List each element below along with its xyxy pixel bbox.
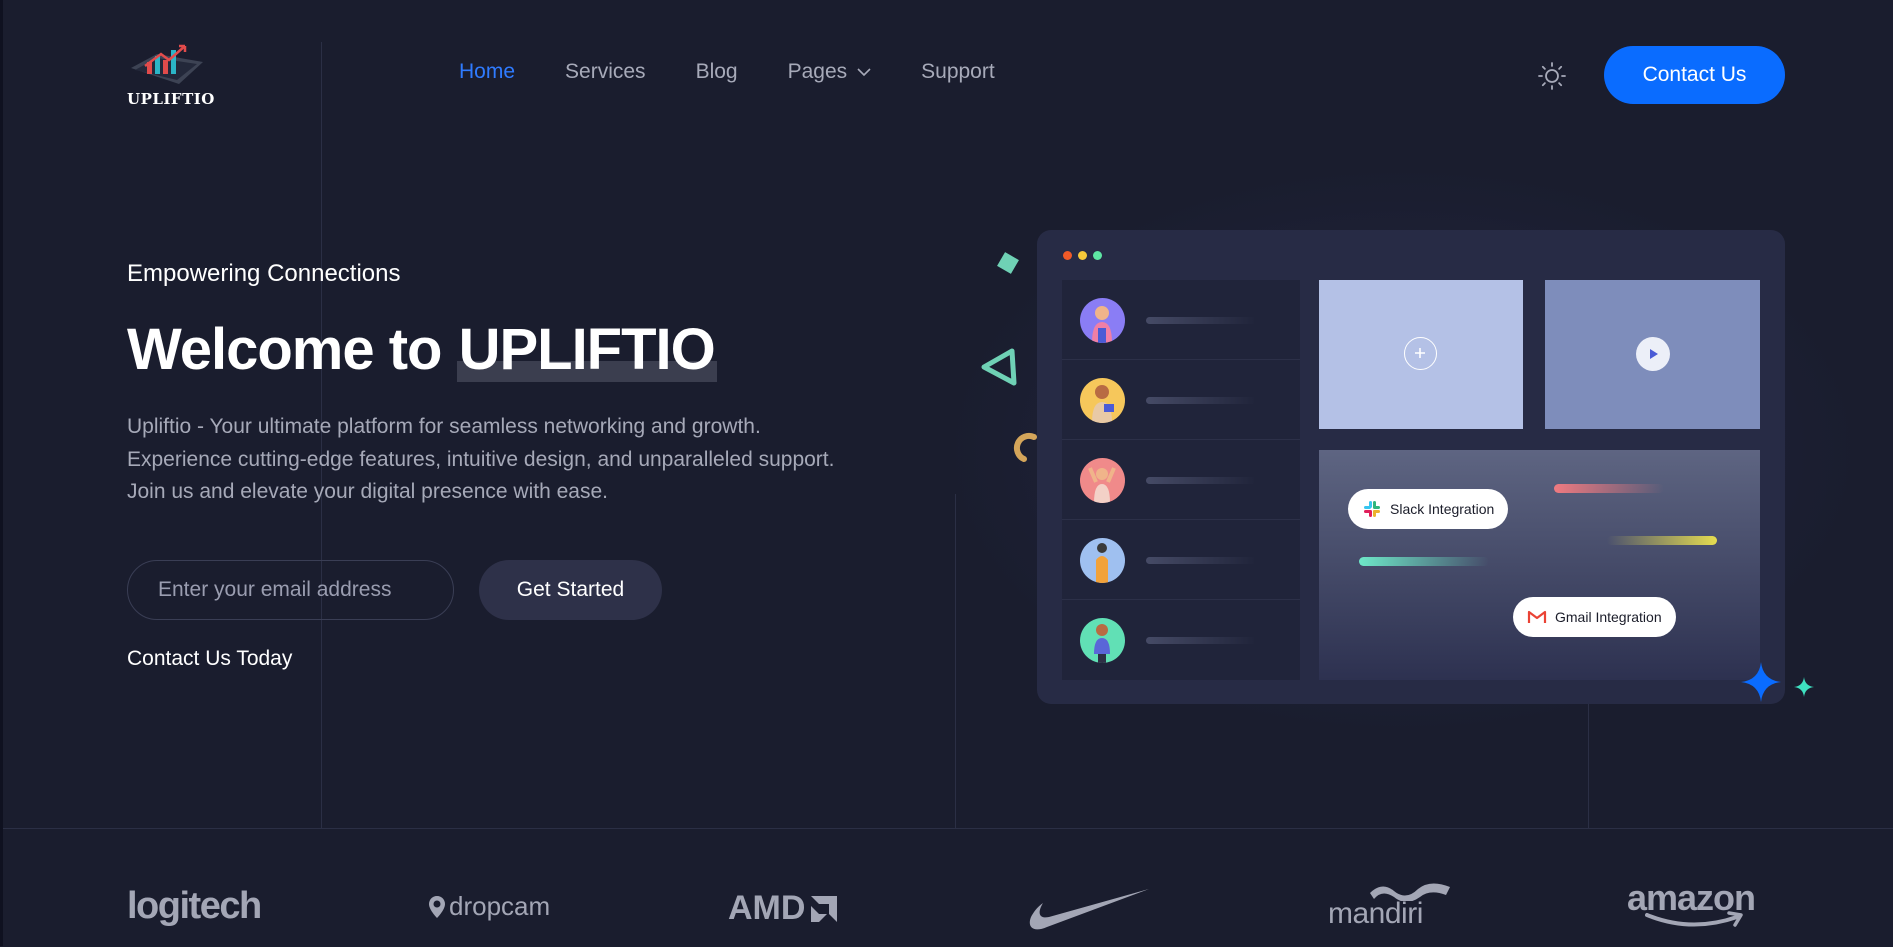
window-dot-maximize	[1093, 251, 1102, 260]
brand-logos: logitech dropcam AMD mandiri amazon	[3, 828, 1893, 947]
list-item	[1062, 600, 1300, 679]
hero-description-line: Join us and elevate your digital presenc…	[127, 480, 608, 503]
list-item	[1062, 440, 1300, 520]
decorative-line	[1554, 484, 1664, 493]
list-item	[1062, 360, 1300, 440]
sparkle-icon	[1741, 662, 1814, 702]
logo-mark-icon	[131, 44, 203, 84]
add-tile	[1319, 280, 1523, 429]
nike-logo-icon	[1029, 889, 1149, 930]
decorative-shapes	[981, 252, 1037, 462]
nav-pages-label: Pages	[787, 60, 848, 83]
avatar	[1080, 298, 1125, 343]
hero-title-prefix: Welcome to	[127, 317, 457, 382]
get-started-button[interactable]: Get Started	[479, 560, 662, 620]
window-controls	[1063, 251, 1102, 260]
brand-logo-mandiri-label: mandiri	[1328, 897, 1423, 930]
play-icon	[1636, 337, 1670, 371]
chevron-down-icon	[857, 67, 871, 76]
contact-list	[1062, 280, 1300, 680]
video-tile	[1545, 280, 1760, 429]
amd-arrow-icon	[811, 895, 838, 922]
hero-description-line: Experience cutting-edge features, intuit…	[127, 447, 835, 471]
placeholder-bar	[1146, 477, 1256, 484]
placeholder-bar	[1146, 637, 1256, 644]
slack-icon	[1364, 501, 1380, 517]
list-item	[1062, 280, 1300, 360]
brand-logo-logitech: logitech	[127, 885, 262, 927]
sun-icon[interactable]	[1537, 61, 1567, 91]
brand-logo-amd-label: AMD	[728, 889, 806, 927]
contact-us-today-link[interactable]: Contact Us Today	[127, 647, 292, 671]
hero-title-brand: UPLIFTIO	[456, 317, 717, 382]
brand-logo-dropcam-label: dropcam	[449, 891, 551, 921]
contact-us-button[interactable]: Contact Us	[1604, 46, 1785, 104]
nav-services[interactable]: Services	[565, 60, 646, 84]
brand-logo-dropcam: dropcam	[428, 891, 550, 922]
plus-icon	[1404, 337, 1437, 370]
avatar	[1080, 458, 1125, 503]
gmail-integration-label: Gmail Integration	[1555, 609, 1662, 625]
hero-eyebrow: Empowering Connections	[127, 260, 401, 287]
main-nav: Home Services Blog Pages Support	[459, 60, 995, 84]
app-mockup: Slack Integration Gmail Integration	[1037, 230, 1785, 704]
decorative-line	[1607, 536, 1717, 545]
slack-integration-label: Slack Integration	[1390, 501, 1495, 517]
placeholder-bar	[1146, 557, 1256, 564]
avatar	[1080, 538, 1125, 583]
nav-pages[interactable]: Pages	[788, 60, 872, 84]
email-input[interactable]	[127, 560, 454, 620]
gmail-integration-badge: Gmail Integration	[1513, 597, 1676, 637]
slack-integration-badge: Slack Integration	[1348, 489, 1509, 529]
nav-blog[interactable]: Blog	[696, 60, 738, 84]
integrations-panel: Slack Integration Gmail Integration	[1319, 450, 1760, 680]
placeholder-bar	[1146, 317, 1256, 324]
brand-logo-amd: AMD	[728, 889, 839, 928]
placeholder-bar	[1146, 397, 1256, 404]
brand-logo-amazon: amazon	[1627, 877, 1757, 933]
hero-title: Welcome to UPLIFTIO	[127, 316, 717, 383]
window-dot-minimize	[1078, 251, 1087, 260]
site-header: UPLIFTIO Home Services Blog Pages Suppor…	[3, 0, 1893, 150]
decorative-line	[1359, 557, 1489, 566]
gmail-icon	[1527, 610, 1547, 623]
hero-description-line: Upliftio - Your ultimate platform for se…	[127, 415, 761, 438]
amazon-smile-icon	[1645, 911, 1743, 927]
map-pin-icon	[429, 895, 445, 918]
hero-description: Upliftio - Your ultimate platform for se…	[127, 411, 887, 509]
logo-text: UPLIFTIO	[127, 90, 215, 108]
list-item	[1062, 520, 1300, 600]
avatar	[1080, 618, 1125, 663]
logo[interactable]: UPLIFTIO	[127, 40, 214, 112]
window-dot-close	[1063, 251, 1072, 260]
brand-logo-mandiri: mandiri	[1328, 879, 1452, 931]
avatar	[1080, 378, 1125, 423]
nav-home[interactable]: Home	[459, 60, 515, 84]
nav-support[interactable]: Support	[921, 60, 995, 84]
